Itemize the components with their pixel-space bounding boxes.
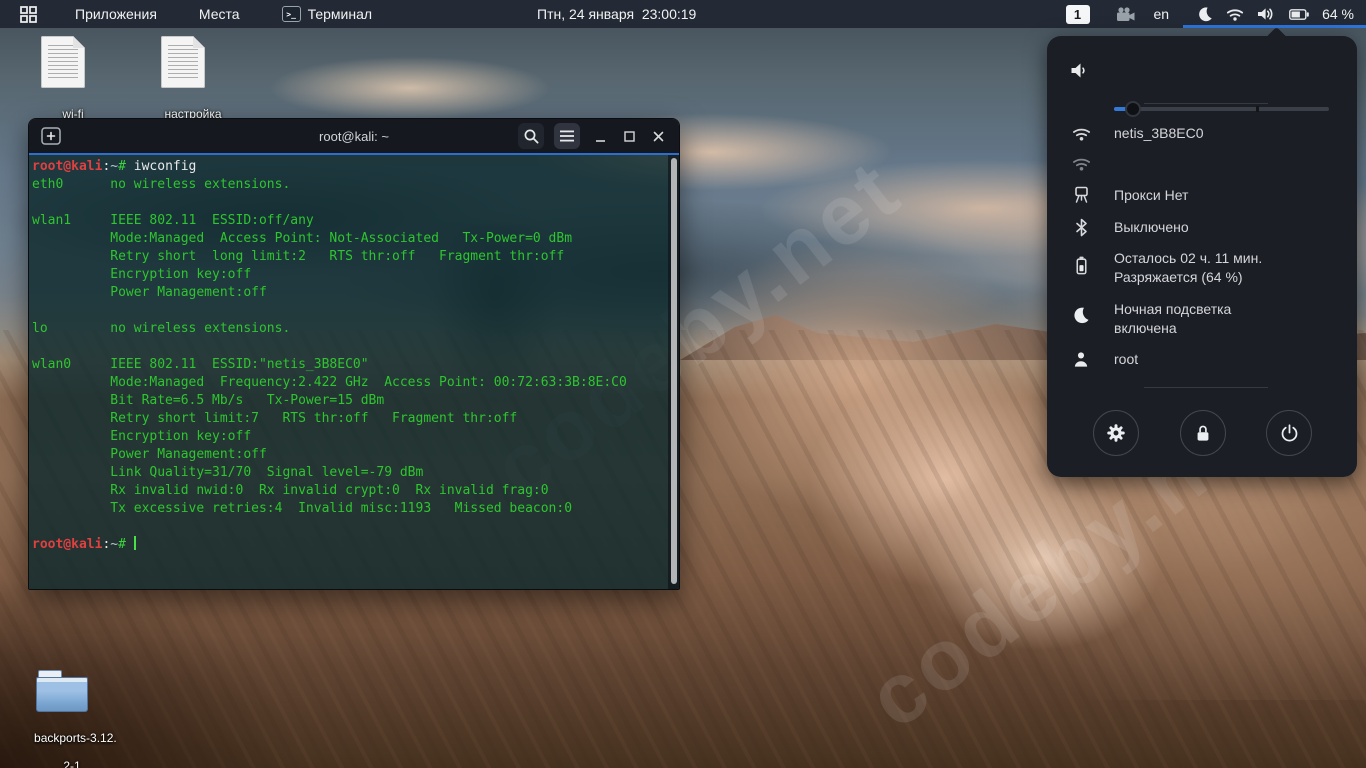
terminal-output: root@kali:~# iwconfig eth0 no wireless ex… — [32, 159, 627, 552]
gear-icon — [1107, 424, 1125, 442]
applications-menu[interactable]: Приложения — [65, 0, 167, 28]
clock[interactable]: Птн, 24 января 23:00:19 — [537, 0, 696, 28]
slider-notch — [1255, 106, 1259, 112]
user-icon — [1069, 350, 1093, 368]
top-panel: Приложения Места >_ Терминал Птн, 24 янв… — [0, 0, 1366, 28]
terminal-scrollbar[interactable] — [668, 155, 679, 589]
desktop-screen: codeby.net codeby.net wi-fi настройка бл… — [0, 0, 1366, 768]
menu-item-wifi-secondary[interactable] — [1069, 148, 1345, 178]
lock-icon — [1197, 425, 1209, 441]
menu-divider — [1144, 103, 1268, 104]
scrollbar-thumb[interactable] — [671, 158, 677, 584]
minimize-icon — [596, 139, 605, 142]
hamburger-icon — [560, 130, 574, 142]
system-menu: netis_3B8EC0 Прокси Нет Выключено Остало… — [1047, 26, 1357, 477]
wifi-icon — [1226, 9, 1244, 21]
search-icon — [524, 129, 538, 143]
terminal-content[interactable]: root@kali:~# iwconfig eth0 no wireless ex… — [29, 155, 679, 589]
text-file-icon — [41, 36, 85, 88]
night-light-icon — [1069, 306, 1093, 338]
window-list-terminal[interactable]: >_ Терминал — [272, 0, 382, 28]
menu-item-user[interactable]: root — [1069, 344, 1345, 374]
settings-button[interactable] — [1093, 410, 1139, 456]
power-icon — [1281, 423, 1297, 441]
text-file-icon — [161, 36, 205, 88]
search-button[interactable] — [518, 123, 544, 149]
new-tab-button[interactable] — [39, 124, 63, 148]
grid-icon — [20, 5, 37, 23]
proxy-icon — [1069, 186, 1093, 205]
battery-percent: 64 % — [1322, 6, 1354, 22]
close-button[interactable] — [652, 130, 665, 143]
terminal-app-icon: >_ — [281, 6, 301, 22]
menu-item-wifi-network[interactable]: netis_3B8EC0 — [1069, 118, 1345, 148]
desktop-icon-backports-folder[interactable]: backports-3.12. 2-1 — [14, 670, 117, 768]
system-status-area[interactable]: 64 % — [1183, 0, 1366, 28]
menu-item-proxy[interactable]: Прокси Нет — [1069, 180, 1345, 210]
terminal-titlebar[interactable]: root@kali: ~ — [29, 119, 679, 153]
power-button[interactable] — [1266, 410, 1312, 456]
menu-item-bluetooth[interactable]: Выключено — [1069, 212, 1345, 242]
activities-grid-button[interactable] — [10, 0, 47, 28]
minimize-button[interactable] — [594, 130, 607, 143]
screen-recorder-icon[interactable] — [1116, 6, 1136, 22]
speaker-icon — [1069, 61, 1093, 80]
slider-track[interactable] — [1114, 107, 1329, 111]
battery-icon — [1289, 8, 1309, 20]
volume-icon — [1258, 8, 1273, 20]
maximize-icon — [624, 130, 635, 142]
wifi-icon — [1069, 126, 1093, 141]
bluetooth-icon — [1069, 218, 1093, 237]
folder-icon — [36, 670, 88, 712]
workspace-indicator[interactable]: 1 — [1065, 4, 1090, 24]
battery-icon — [1069, 255, 1093, 287]
terminal-window: root@kali: ~ root@kali:~# iwconfig eth0 … — [28, 118, 680, 590]
volume-slider-knob[interactable] — [1125, 101, 1142, 117]
wifi-icon — [1069, 156, 1093, 171]
menu-item-night-light[interactable]: Ночная подсветка включена — [1069, 300, 1345, 338]
places-menu[interactable]: Места — [189, 0, 250, 28]
close-icon — [653, 131, 664, 141]
menu-divider — [1144, 387, 1268, 388]
keyboard-layout-indicator[interactable]: en — [1154, 6, 1170, 22]
window-title: root@kali: ~ — [319, 128, 389, 144]
desktop-icon-label: backports-3.12. 2-1 — [34, 731, 117, 768]
menu-button[interactable] — [554, 123, 580, 149]
lock-button[interactable] — [1180, 410, 1226, 456]
menu-item-battery[interactable]: Осталось 02 ч. 11 мин. Разряжается (64 %) — [1069, 249, 1345, 287]
night-light-icon — [1199, 7, 1212, 22]
maximize-button[interactable] — [623, 130, 636, 143]
